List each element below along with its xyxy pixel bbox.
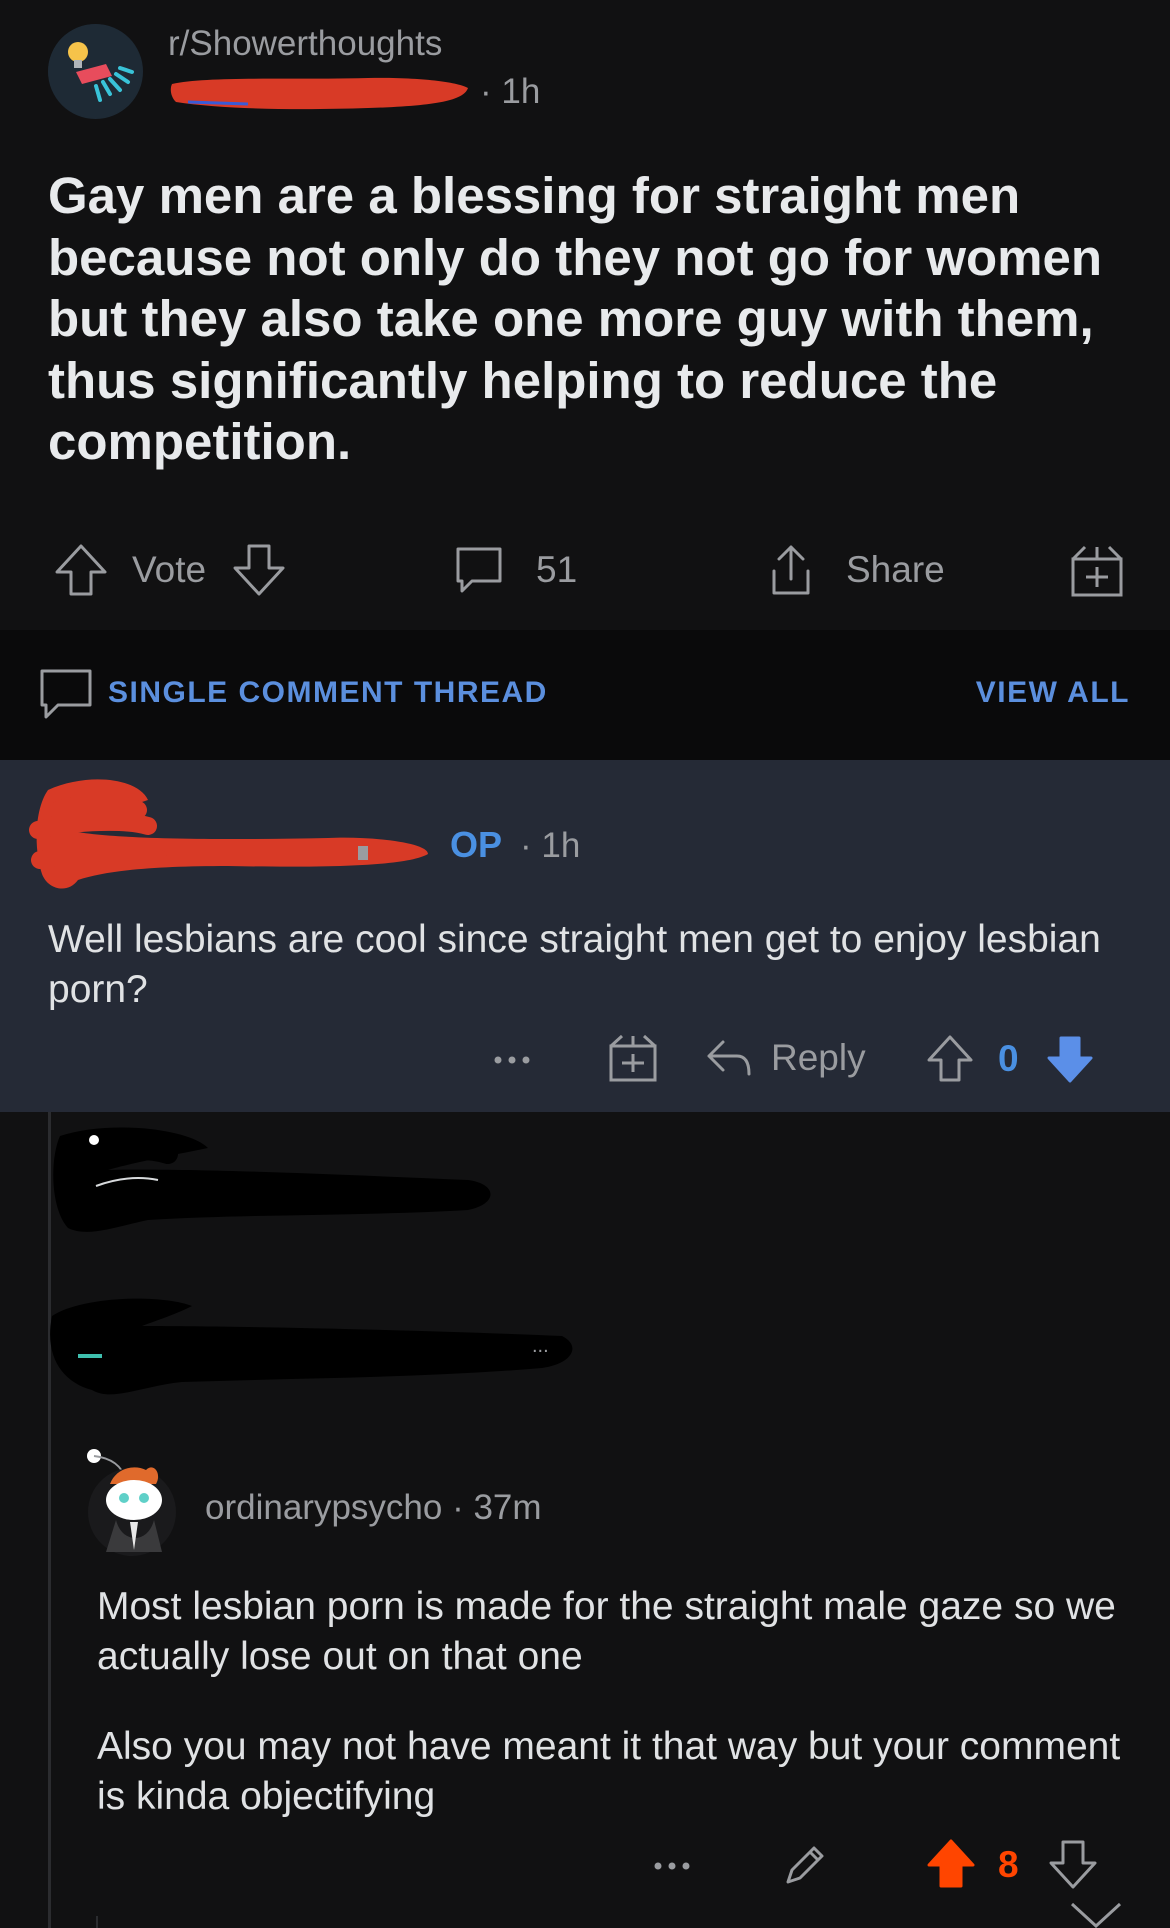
speech-bubble-icon (450, 541, 508, 599)
redacted-avatar-and-username (28, 770, 438, 900)
upvote-icon[interactable] (52, 541, 110, 599)
comments-button[interactable]: 51 (450, 540, 577, 600)
collapse-chevron-icon[interactable] (1068, 1900, 1124, 1928)
downvote-icon[interactable] (1046, 1034, 1094, 1084)
user-avatar[interactable] (82, 1440, 182, 1556)
post-title[interactable]: Gay men are a blessing for straight men … (48, 165, 1128, 473)
svg-text:...: ... (532, 1335, 549, 1357)
downvote-icon[interactable] (1048, 1838, 1098, 1890)
award-button[interactable] (1068, 540, 1126, 600)
comment1-score: 0 (998, 1038, 1019, 1079)
post-time: · 1h (480, 72, 541, 111)
reply-button[interactable]: Reply (705, 1034, 866, 1082)
more-options-icon[interactable] (650, 1838, 694, 1894)
downvote-icon[interactable] (230, 541, 288, 599)
comment1-body: Well lesbians are cool since straight me… (48, 918, 1101, 1011)
comment2-paragraph-2: Also you may not have meant it that way … (97, 1725, 1121, 1818)
comment1-time: · 1h (520, 826, 581, 865)
upvote-icon[interactable] (926, 1838, 976, 1890)
pencil-icon[interactable] (780, 1840, 830, 1890)
gift-icon[interactable] (608, 1032, 658, 1084)
upvote-icon[interactable] (926, 1034, 974, 1084)
comment2-time: 37m (473, 1488, 542, 1527)
vote-label: Vote (132, 549, 207, 590)
single-comment-thread-label: SINGLE COMMENT THREAD (108, 676, 548, 709)
op-badge: OP (450, 824, 503, 865)
share-icon (762, 541, 820, 599)
reply-arrow-icon (705, 1034, 753, 1082)
comment2-time-sep: · (452, 1488, 474, 1527)
more-options-icon[interactable] (490, 1032, 534, 1088)
gift-icon (1068, 541, 1126, 599)
lightbulb-shower-icon (48, 24, 142, 118)
redacted-comment-1 (48, 1118, 508, 1258)
comment2-body: Most lesbian porn is made for the straig… (97, 1582, 1147, 1862)
comment-count: 51 (536, 549, 578, 590)
vote-group: Vote (52, 540, 288, 600)
comment2-score: 8 (998, 1844, 1019, 1885)
comment2-username[interactable]: ordinarypsycho (205, 1488, 442, 1527)
comment2-meta: ordinarypsycho · 37m (205, 1488, 542, 1528)
comment2-paragraph-1: Most lesbian porn is made for the straig… (97, 1585, 1116, 1678)
redacted-username (168, 72, 473, 114)
subreddit-name[interactable]: r/Showerthoughts (168, 24, 442, 64)
redacted-comment-2: ... (42, 1286, 582, 1416)
view-all-link[interactable]: VIEW ALL (976, 676, 1130, 710)
share-button[interactable]: Share (762, 540, 945, 600)
share-label: Share (846, 549, 945, 590)
subreddit-avatar[interactable] (48, 24, 143, 119)
thread-bubble-icon (38, 665, 94, 723)
reply-label: Reply (771, 1037, 866, 1078)
child-thread-line (96, 1916, 98, 1928)
